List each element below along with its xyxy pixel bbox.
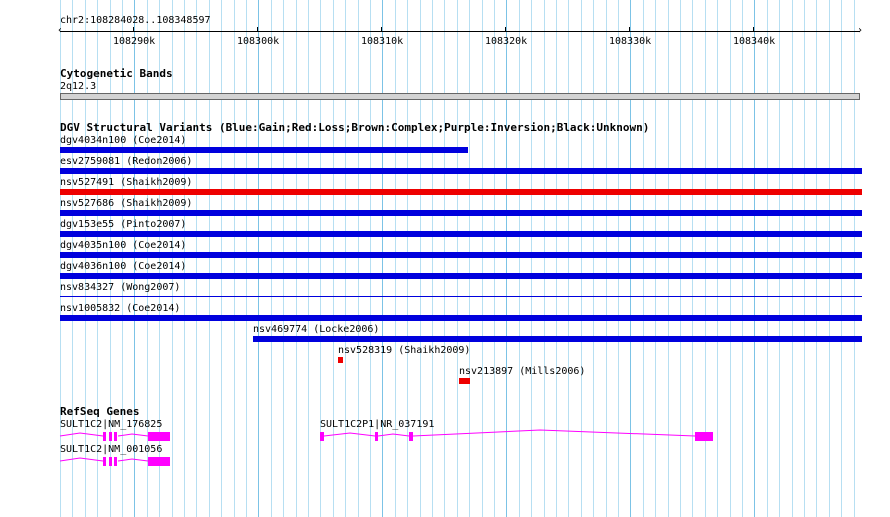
- gene-exon: [409, 432, 413, 441]
- gene-intron: [412, 429, 696, 437]
- gene-intron: [323, 432, 376, 437]
- gene-exon: [109, 432, 112, 441]
- gene-model-nr-037191[interactable]: [320, 429, 713, 441]
- genome-browser-canvas: chr2:108284028..108348597 ‹ › 108290k 10…: [0, 0, 890, 517]
- gene-exon: [114, 432, 117, 441]
- gene-model-nm-176825[interactable]: [59, 432, 170, 441]
- gene-exon: [114, 457, 117, 466]
- gene-exon: [148, 457, 170, 466]
- gene-intron: [117, 458, 149, 462]
- gene-model-nm-001056[interactable]: [59, 457, 170, 466]
- gene-exon: [103, 457, 106, 466]
- gene-exon: [109, 457, 112, 466]
- gene-intron: [377, 433, 410, 437]
- refseq-gene-models: [59, 429, 713, 466]
- gene-intron: [59, 432, 104, 437]
- gene-exon: [320, 432, 324, 441]
- gene-intron: [59, 457, 104, 462]
- gene-exon: [103, 432, 106, 441]
- gene-exon: [695, 432, 713, 441]
- gene-exon: [375, 432, 378, 441]
- gene-exon: [148, 432, 170, 441]
- gene-intron: [117, 433, 149, 437]
